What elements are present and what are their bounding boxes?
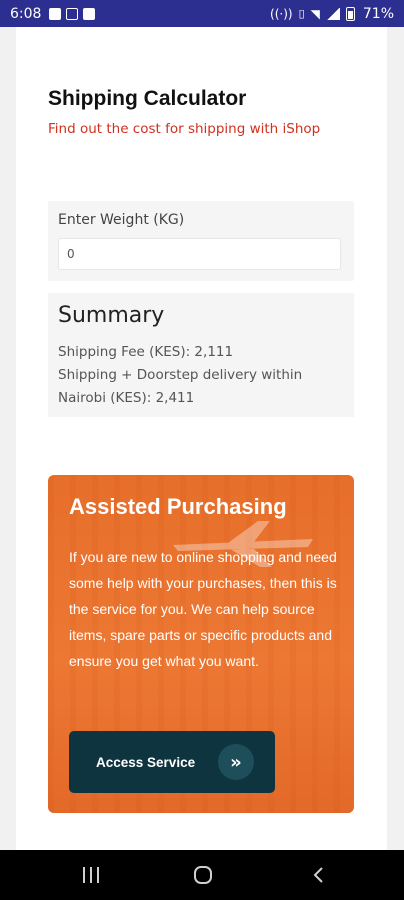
notification-icon	[66, 7, 79, 20]
weight-section: Enter Weight (KG)	[48, 201, 354, 281]
home-button[interactable]	[194, 866, 212, 884]
recent-apps-button[interactable]	[83, 867, 99, 883]
page-subtitle: Find out the cost for shipping with iSho…	[48, 121, 321, 137]
vibrate-icon: ▯	[298, 7, 305, 20]
doorstep-fee: Shipping + Doorstep delivery within Nair…	[58, 367, 303, 406]
access-service-label: Access Service	[96, 754, 196, 770]
summary-section: Summary Shipping Fee (KES): 2,111 Shippi…	[48, 293, 354, 417]
double-chevron-right-icon: »	[218, 744, 254, 780]
check-icon	[83, 7, 96, 20]
promo-title: Assisted Purchasing	[69, 494, 287, 519]
status-bar: 6:08 ((·)) ▯ ◥ 71%	[0, 0, 404, 27]
back-button[interactable]	[310, 866, 328, 884]
weight-label: Enter Weight (KG)	[58, 212, 185, 228]
access-service-button[interactable]: Access Service »	[69, 731, 275, 793]
hotspot-icon: ((·))	[270, 6, 293, 21]
battery-percent: 71%	[362, 5, 394, 22]
weight-input[interactable]	[58, 238, 341, 270]
status-time: 6:08	[10, 5, 42, 22]
system-icons: ((·)) ▯ ◥ 71%	[270, 6, 394, 22]
assisted-purchasing-card: Assisted Purchasing If you are new to on…	[48, 475, 354, 813]
promo-text: If you are new to online shopping and ne…	[69, 549, 337, 669]
notification-icons	[49, 7, 96, 20]
page-card: Shipping Calculator Find out the cost fo…	[16, 27, 387, 850]
summary-lines: Shipping Fee (KES): 2,111 Shipping + Doo…	[58, 341, 348, 410]
gallery-icon	[49, 7, 62, 20]
signal-icon	[325, 7, 340, 20]
battery-icon	[345, 6, 355, 21]
summary-title: Summary	[58, 303, 165, 328]
page-title: Shipping Calculator	[48, 87, 247, 110]
navigation-bar	[0, 850, 404, 900]
shipping-fee: Shipping Fee (KES): 2,111	[58, 344, 234, 360]
wifi-icon: ◥	[310, 6, 320, 21]
